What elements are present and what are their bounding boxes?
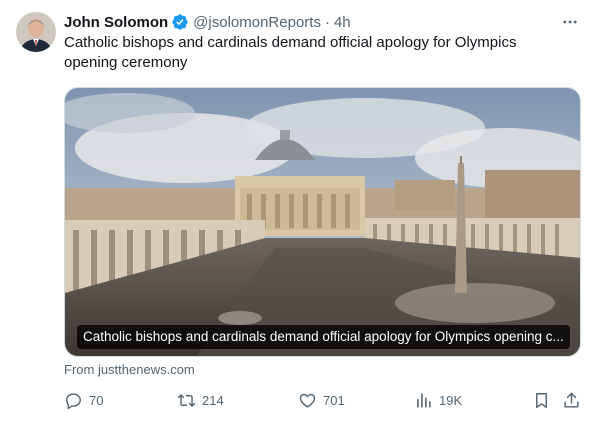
more-button[interactable]	[560, 12, 580, 32]
timestamp[interactable]: 4h	[334, 14, 351, 31]
reply-count: 70	[89, 392, 104, 408]
bookmark-button[interactable]	[532, 388, 551, 412]
repost-button[interactable]: 214	[177, 388, 224, 412]
reply-icon	[66, 392, 81, 409]
card-title: Catholic bishops and cardinals demand of…	[77, 325, 570, 349]
views-button[interactable]: 19K	[414, 388, 462, 412]
share-icon	[564, 392, 579, 408]
repost-count: 214	[202, 392, 224, 408]
verified-badge-icon	[172, 14, 188, 30]
link-card[interactable]: Catholic bishops and cardinals demand of…	[64, 87, 581, 357]
avatar-image	[16, 12, 56, 52]
like-icon	[299, 393, 316, 408]
like-count: 701	[323, 392, 345, 408]
action-bar: 70 214 701 19K	[64, 388, 584, 412]
views-icon	[417, 392, 431, 408]
card-image	[65, 88, 580, 356]
tweet-text: Catholic bishops and cardinals demand of…	[64, 34, 517, 71]
avatar[interactable]	[16, 12, 56, 52]
card-source-link[interactable]: From justthenews.com	[64, 362, 195, 377]
bookmark-icon	[536, 392, 547, 408]
reply-button[interactable]: 70	[64, 388, 103, 412]
tweet[interactable]: John Solomon @jsolomonReports · 4h Catho…	[0, 0, 598, 422]
more-icon	[563, 20, 577, 24]
share-button[interactable]	[562, 388, 581, 412]
like-button[interactable]: 701	[298, 388, 345, 412]
author-handle[interactable]: @jsolomonReports	[193, 14, 321, 31]
repost-icon	[177, 393, 196, 407]
separator-dot: ·	[324, 13, 330, 31]
tweet-header: John Solomon @jsolomonReports · 4h	[64, 12, 586, 32]
views-count: 19K	[439, 392, 463, 408]
author-name[interactable]: John Solomon	[64, 14, 168, 31]
